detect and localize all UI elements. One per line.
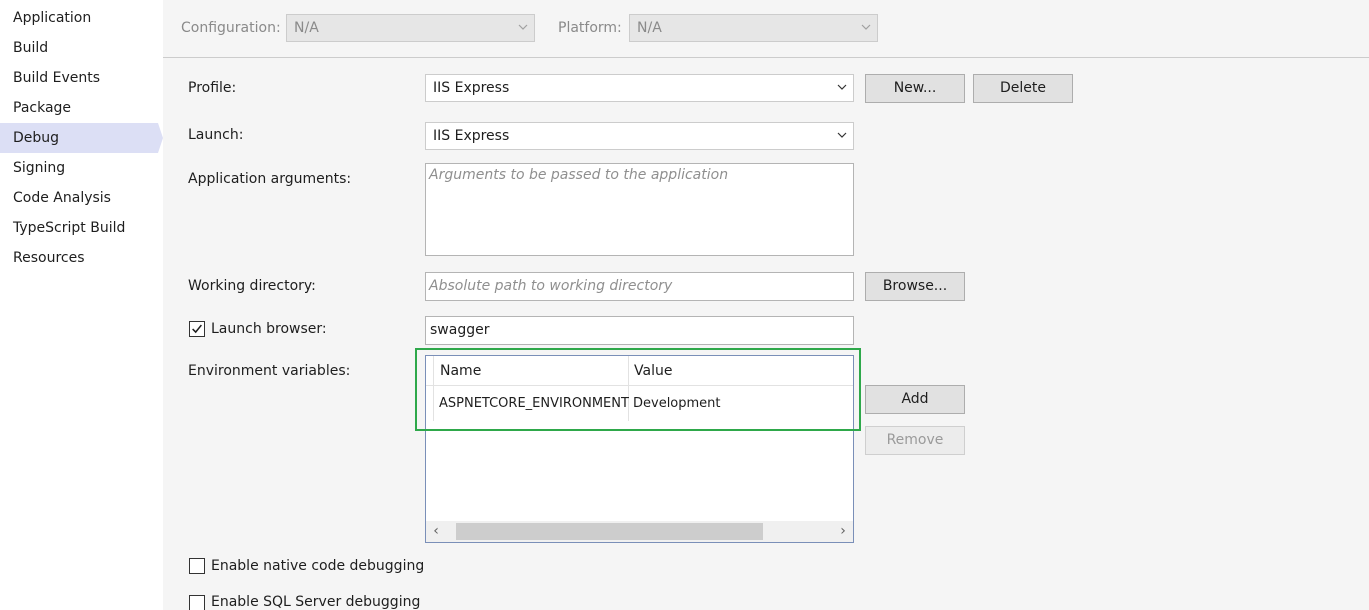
browse-button[interactable]: Browse...	[865, 272, 965, 301]
native-debugging-checkbox[interactable]	[189, 558, 205, 574]
chevron-down-icon	[837, 132, 847, 138]
environment-variables-label: Environment variables:	[188, 363, 351, 379]
delete-profile-button[interactable]: Delete	[973, 74, 1073, 103]
configuration-select[interactable]: N/A	[286, 14, 535, 42]
sidebar-item-build-events[interactable]: Build Events	[0, 63, 158, 93]
native-debugging-label: Enable native code debugging	[211, 558, 425, 574]
scroll-left-icon[interactable]: ‹	[426, 521, 446, 542]
sidebar-item-application[interactable]: Application	[0, 3, 158, 33]
launch-label: Launch:	[188, 127, 244, 143]
launch-browser-url-value: swagger	[430, 322, 490, 338]
sidebar-item-typescript-build[interactable]: TypeScript Build	[0, 213, 158, 243]
configuration-label: Configuration:	[181, 20, 281, 36]
highlight-box	[415, 348, 861, 431]
configuration-value: N/A	[294, 20, 319, 36]
launch-select[interactable]: IIS Express	[425, 122, 854, 150]
platform-select[interactable]: N/A	[629, 14, 878, 42]
profile-select[interactable]: IIS Express	[425, 74, 854, 102]
debug-settings-panel: Configuration: N/A Platform: N/A Profile…	[163, 0, 1369, 610]
scrollbar-thumb[interactable]	[456, 523, 763, 540]
add-variable-button[interactable]: Add	[865, 385, 965, 414]
chevron-down-icon	[518, 24, 528, 30]
remove-variable-button[interactable]: Remove	[865, 426, 965, 455]
application-arguments-input[interactable]: Arguments to be passed to the applicatio…	[425, 163, 854, 256]
working-directory-placeholder: Absolute path to working directory	[429, 278, 673, 294]
chevron-down-icon	[861, 24, 871, 30]
application-arguments-label: Application arguments:	[188, 171, 352, 187]
checkmark-icon	[192, 324, 202, 334]
sidebar-item-build[interactable]: Build	[0, 33, 158, 63]
profile-label: Profile:	[188, 80, 237, 96]
sidebar-item-resources[interactable]: Resources	[0, 243, 158, 273]
sidebar-item-signing[interactable]: Signing	[0, 153, 158, 183]
platform-value: N/A	[637, 20, 662, 36]
sidebar-item-code-analysis[interactable]: Code Analysis	[0, 183, 158, 213]
sql-debugging-checkbox[interactable]	[189, 595, 205, 610]
launch-browser-checkbox[interactable]	[189, 321, 205, 337]
horizontal-scrollbar[interactable]: ‹ ›	[426, 521, 853, 542]
chevron-down-icon	[837, 84, 847, 90]
working-directory-input[interactable]: Absolute path to working directory	[425, 272, 854, 301]
launch-browser-url-input[interactable]: swagger	[425, 316, 854, 345]
launch-browser-label: Launch browser:	[211, 321, 327, 337]
profile-value: IIS Express	[433, 80, 510, 96]
sidebar-item-package[interactable]: Package	[0, 93, 158, 123]
sidebar-item-debug[interactable]: Debug	[0, 123, 163, 153]
sidebar: Application Build Build Events Package D…	[0, 0, 163, 610]
platform-label: Platform:	[558, 20, 622, 36]
working-directory-label: Working directory:	[188, 278, 316, 294]
new-profile-button[interactable]: New...	[865, 74, 965, 103]
application-arguments-placeholder: Arguments to be passed to the applicatio…	[429, 167, 729, 183]
launch-value: IIS Express	[433, 128, 510, 144]
scroll-right-icon[interactable]: ›	[833, 521, 853, 542]
header-divider	[163, 57, 1369, 58]
sql-debugging-label: Enable SQL Server debugging	[211, 594, 421, 610]
